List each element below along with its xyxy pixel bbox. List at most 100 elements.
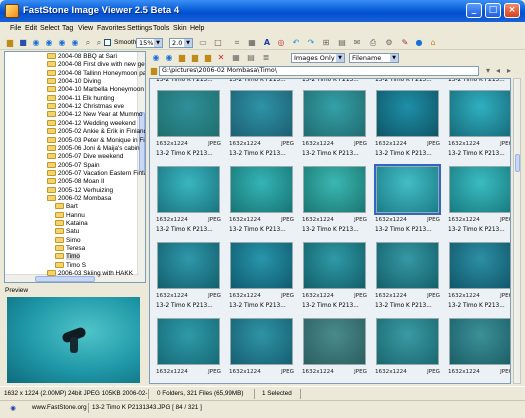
move-folder-icon[interactable]: ▆ (203, 53, 213, 63)
sort-select[interactable]: Filename ▼ (349, 53, 399, 63)
thumbnail[interactable]: 1632x1224 JPEG 13-2 Timo K P213... (154, 237, 222, 311)
menu-select[interactable]: Select (40, 25, 59, 32)
browse-back-icon[interactable]: ◉ (151, 53, 161, 63)
menu-edit[interactable]: Edit (25, 25, 37, 32)
tree-item[interactable]: Bart (55, 203, 78, 211)
tree-item[interactable]: 2005-08 Moan II (47, 178, 105, 186)
thumbnail[interactable]: 1632x1224 JPEG 13-2 Timo K P213... (446, 85, 510, 159)
tree-item[interactable]: 2004-12 Christmas eve (47, 103, 124, 111)
thumbnail[interactable]: 1632x1224 JPEG 13-2 Timo K P213... (227, 85, 295, 159)
thumbnail[interactable]: 1632x1224 JPEG 13-2 Timo K P213... (227, 161, 295, 235)
email-icon[interactable]: ✉ (352, 38, 362, 48)
home-icon[interactable]: ⌂ (428, 38, 438, 48)
tree-item[interactable]: 2005-12 Verhuizing (47, 186, 113, 195)
tree-item[interactable]: Timo S (55, 261, 86, 270)
tree-item[interactable]: Hannu (55, 211, 85, 220)
menu-help[interactable]: Help (190, 25, 204, 32)
thumbnail[interactable]: 1632x1224 JPEG (300, 313, 368, 383)
filter-select[interactable]: Images Only ▼ (291, 53, 345, 63)
menu-skin[interactable]: Skin (173, 25, 187, 32)
actual-size-icon[interactable]: □ (213, 38, 223, 48)
close-button[interactable]: × (504, 3, 520, 18)
tree-item[interactable]: Timo (55, 253, 80, 261)
tree-item[interactable]: 2004-12 New Year at Mummo (47, 111, 143, 119)
nav-next-icon[interactable]: ▸ (504, 66, 514, 76)
print-icon[interactable]: ⎙ (368, 38, 378, 48)
zoom-out-icon[interactable]: ⌕ (94, 38, 104, 48)
text-icon[interactable]: A (262, 38, 272, 48)
open-folder-icon[interactable]: ▆ (5, 38, 15, 48)
help-icon[interactable]: ● (414, 38, 424, 48)
tree-item[interactable]: 2005-06 Joni & Maija's cabin (47, 144, 140, 153)
path-dropdown-icon[interactable]: ▾ (483, 66, 493, 76)
forward-icon[interactable]: ◉ (44, 38, 54, 48)
tree-item[interactable]: 2006-03 Skiing with HAKK (47, 270, 133, 278)
list-icon[interactable]: ≣ (261, 53, 271, 63)
thumbnail[interactable]: 1632x1224 JPEG 13-2 Timo K P213... (300, 237, 368, 311)
up-folder-icon[interactable]: ▆ (177, 53, 187, 63)
menu-tools[interactable]: Tools (153, 25, 169, 32)
menu-tag[interactable]: Tag (62, 25, 73, 32)
rotate-right-icon[interactable]: ↷ (306, 38, 316, 48)
tree-item[interactable]: 2004-08 BBQ at Sari (47, 53, 117, 61)
browse-forward-icon[interactable]: ◉ (164, 53, 174, 63)
gamma-select[interactable]: 2.0 ▼ (169, 38, 193, 48)
tree-item[interactable]: Satu (55, 228, 79, 236)
tree-item[interactable]: 2005-07 Vacation Eastern Finla (47, 169, 145, 178)
thumbnail[interactable]: 1632x1224 JPEG 13-2 Timo K P213... (300, 85, 368, 159)
save-icon[interactable]: ■ (18, 38, 28, 48)
thumbnail[interactable]: 1632x1224 JPEG 13-2 Timo K P213... (300, 161, 368, 235)
fit-icon[interactable]: ▭ (198, 38, 208, 48)
flip-icon[interactable]: ⊞ (321, 38, 331, 48)
slideshow-icon[interactable]: ◉ (70, 38, 80, 48)
tree-item[interactable]: 2005-07 Spain (47, 161, 100, 170)
zoom-in-icon[interactable]: ⌕ (83, 38, 93, 48)
thumbnail[interactable]: 1632x1224 JPEG 13-2 Timo K P213... (154, 161, 222, 235)
thumbnail[interactable]: 1632x1224 JPEG 13-2 Timo K P213... (227, 237, 295, 311)
copy-folder-icon[interactable]: ▆ (190, 53, 200, 63)
path-field[interactable]: G:\pictures\2006-02 Mombasa\Timo\ (159, 66, 479, 76)
tools-icon[interactable]: ✎ (400, 38, 410, 48)
thumbnails-icon[interactable]: ▦ (231, 53, 241, 63)
thumbnail[interactable]: 1632x1224 JPEG (227, 313, 295, 383)
refresh-icon[interactable]: ◉ (57, 38, 67, 48)
tree-item[interactable]: Teresa (55, 245, 85, 253)
tree-item[interactable]: 2004-11 Elk hunting (47, 94, 114, 103)
resize-icon[interactable]: ▦ (247, 38, 257, 48)
red-eye-icon[interactable]: ◎ (276, 38, 286, 48)
minimize-button[interactable]: _ (466, 3, 482, 18)
menu-favorites[interactable]: Favorites (97, 25, 126, 32)
smooth-checkbox[interactable] (104, 39, 111, 46)
crop-icon[interactable]: ⌗ (232, 38, 242, 48)
tree-item[interactable]: 2005-03 Peter & Monique in Fir (47, 136, 145, 145)
grid-scrollbar[interactable] (513, 78, 521, 384)
tree-item[interactable]: Simo (55, 236, 81, 245)
thumbnail[interactable]: 1632x1224 JPEG (446, 313, 510, 383)
thumbnail[interactable]: 1632x1224 JPEG 13-2 Timo K P213... (446, 237, 510, 311)
tree-item[interactable]: 2004-10 Marbella Honeymoon p (47, 86, 145, 94)
menu-file[interactable]: File (10, 25, 21, 32)
website-link[interactable]: www.FastStone.org (32, 404, 87, 411)
thumbnail[interactable]: 1632x1224 JPEG 13-2 Timo K P213... (373, 85, 441, 159)
delete-icon[interactable]: ✕ (216, 53, 226, 63)
nav-prev-icon[interactable]: ◂ (493, 66, 503, 76)
zoom-select[interactable]: 15% ▼ (136, 38, 163, 48)
settings-icon[interactable]: ⚙ (384, 38, 394, 48)
tree-item[interactable]: 2004-10 Diving (47, 78, 101, 86)
tree-item[interactable]: 2004-08 Tallinn Honeymoon pa (47, 69, 145, 78)
tree-item[interactable]: 2004-08 First dive with new ge (47, 61, 145, 69)
thumbnail[interactable]: 1632x1224 JPEG 13-2 Timo K P213... (373, 161, 441, 235)
thumbnail[interactable]: 1632x1224 JPEG (373, 313, 441, 383)
tree-item[interactable]: 2005-07 Dive weekend (47, 153, 123, 161)
thumbnail[interactable]: 1632x1224 JPEG (154, 313, 222, 383)
details-icon[interactable]: ▤ (246, 53, 256, 63)
tree-item[interactable]: Kataina (55, 220, 88, 228)
thumbnail[interactable]: 1632x1224 JPEG 13-2 Timo K P213... (446, 161, 510, 235)
menu-view[interactable]: View (78, 25, 93, 32)
rotate-left-icon[interactable]: ↶ (291, 38, 301, 48)
thumbnail[interactable]: 1632x1224 JPEG 13-2 Timo K P213... (373, 237, 441, 311)
menu-settings[interactable]: Settings (127, 25, 152, 32)
tree-item[interactable]: 2005-02 Ankie & Erik in Finland (47, 128, 145, 136)
tree-item[interactable]: 2006-02 Mombasa (47, 194, 111, 203)
back-icon[interactable]: ◉ (31, 38, 41, 48)
